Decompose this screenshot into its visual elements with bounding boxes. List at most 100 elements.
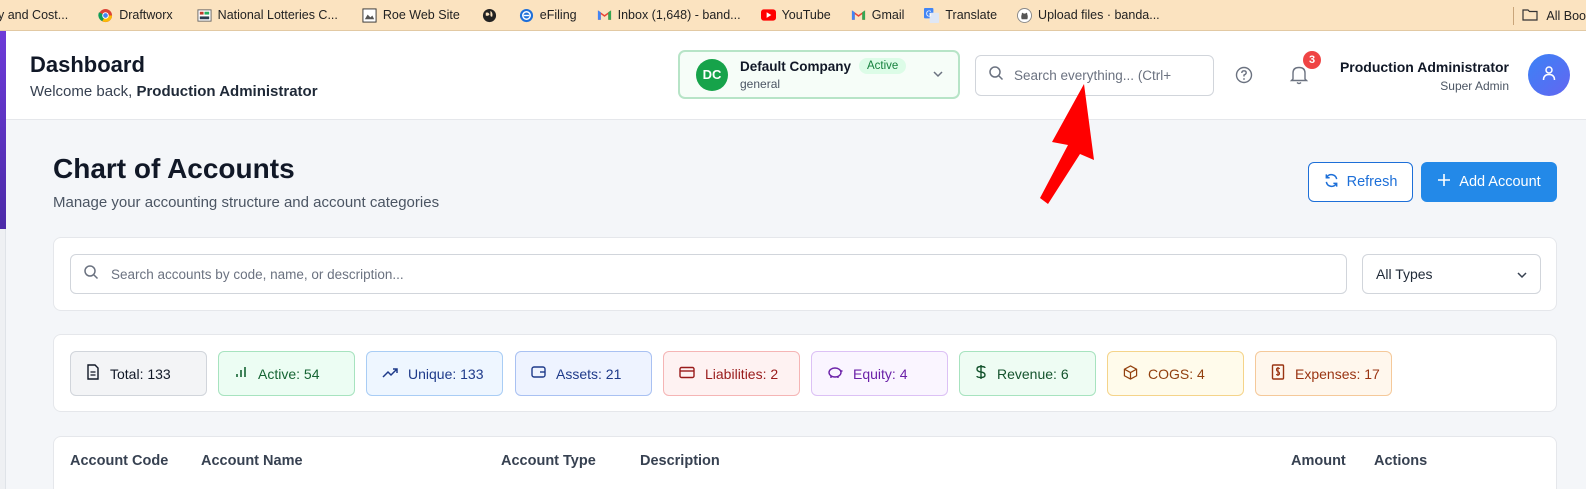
page-subtitle: Manage your accounting structure and acc…: [53, 194, 440, 211]
globe-icon: [482, 8, 497, 23]
add-account-button[interactable]: Add Account: [1421, 162, 1557, 202]
bar-chart-icon: [234, 365, 248, 382]
bell-icon[interactable]: [1289, 64, 1309, 91]
refresh-button[interactable]: Refresh: [1308, 162, 1413, 202]
bookmark-label: y and Cost...: [0, 8, 69, 22]
receipt-icon: [1271, 364, 1285, 383]
account-search-input[interactable]: [111, 266, 1311, 282]
page-title: Chart of Accounts: [53, 153, 295, 184]
company-switcher[interactable]: DC Default Company Active general: [678, 50, 960, 99]
user-name[interactable]: Production Administrator: [1340, 59, 1509, 75]
stat-label: Expenses: 17: [1295, 365, 1380, 382]
stat-active: Active: 54: [218, 351, 355, 396]
chevron-down-icon: [1516, 268, 1528, 284]
stat-total: Total: 133: [70, 351, 207, 396]
stat-expenses: Expenses: 17: [1255, 351, 1392, 396]
company-avatar: DC: [696, 58, 728, 91]
bookmark-item[interactable]: Gmail: [843, 0, 913, 30]
github-icon: [1017, 7, 1033, 23]
stat-cogs: COGS: 4: [1107, 351, 1244, 396]
bookmark-label: Roe Web Site: [382, 8, 460, 22]
bookmark-separator: [1513, 6, 1515, 25]
header-title: Dashboard: [30, 52, 145, 77]
column-header: Actions: [1374, 453, 1428, 469]
stat-label: Revenue: 6: [997, 365, 1069, 382]
bookmark-label: YouTube: [781, 8, 831, 22]
translate-icon: G: [924, 7, 940, 23]
bookmark-item[interactable]: [474, 0, 505, 30]
stat-assets: Assets: 21: [515, 351, 652, 396]
column-header[interactable]: Amount: [1291, 453, 1346, 469]
dollar-icon: [975, 364, 987, 383]
stat-label: Unique: 133: [408, 365, 484, 382]
svg-text:G: G: [926, 9, 932, 18]
bookmark-item[interactable]: National Lotteries C...: [189, 0, 346, 30]
wallet-icon: [531, 365, 546, 382]
bookmark-item[interactable]: Upload files · banda...: [1009, 0, 1168, 30]
document-icon: [86, 364, 100, 383]
stat-unique: Unique: 133: [366, 351, 503, 396]
credit-card-icon: [679, 366, 695, 382]
bookmark-label: Gmail: [871, 8, 905, 22]
account-search[interactable]: [70, 254, 1347, 294]
company-sub: general: [740, 77, 781, 91]
stat-label: Equity: 4: [853, 365, 908, 382]
package-icon: [1123, 364, 1138, 383]
trending-up-icon: [382, 366, 398, 382]
refresh-icon: [1324, 173, 1339, 192]
filter-card: All Types: [53, 237, 1557, 311]
page-icon: [362, 7, 377, 23]
all-bookmarks-label: All Boo: [1546, 8, 1586, 23]
bookmark-item[interactable]: Inbox (1,648) - band...: [589, 0, 749, 30]
bookmarks-bar: y and Cost... Draftworx National Lotteri…: [0, 0, 1586, 31]
bookmark-label: Upload files · banda...: [1038, 8, 1160, 22]
bookmark-item[interactable]: y and Cost...: [0, 0, 76, 30]
bookmark-item[interactable]: Draftworx: [90, 0, 180, 30]
bookmark-item[interactable]: YouTube: [753, 0, 839, 30]
bookmark-item[interactable]: G Translate: [916, 0, 1005, 30]
plus-icon: [1437, 173, 1451, 191]
refresh-label: Refresh: [1346, 174, 1398, 190]
stats-card: Total: 133 Active: 54 Unique: 133 Assets…: [53, 334, 1557, 412]
user-icon: [1541, 65, 1557, 86]
column-header[interactable]: Account Code: [70, 453, 168, 469]
bookmark-label: eFiling: [539, 8, 577, 22]
column-header[interactable]: Account Type: [501, 453, 596, 469]
chevron-down-icon: [932, 67, 944, 85]
type-filter-select[interactable]: All Types: [1362, 254, 1541, 294]
piggy-bank-icon: [827, 365, 843, 382]
folder-icon: [1522, 8, 1538, 24]
search-icon: [988, 65, 1004, 86]
column-header[interactable]: Account Name: [201, 453, 303, 469]
stat-revenue: Revenue: 6: [959, 351, 1096, 396]
bookmark-item[interactable]: Roe Web Site: [354, 0, 468, 30]
all-bookmarks[interactable]: All Boo: [1499, 0, 1586, 30]
welcome-user: Production Administrator: [136, 83, 318, 100]
help-icon[interactable]: [1235, 66, 1253, 89]
annotation-arrow: [1040, 84, 1094, 204]
bookmark-item[interactable]: eFiling: [511, 0, 585, 30]
welcome-text: Welcome back, Production Administrator: [30, 83, 318, 100]
search-icon: [83, 264, 99, 285]
status-badge: Active: [859, 58, 907, 74]
gmail-icon: [851, 8, 866, 23]
user-role: Super Admin: [1440, 79, 1509, 93]
stat-liabilities: Liabilities: 2: [663, 351, 800, 396]
stat-label: COGS: 4: [1148, 365, 1205, 382]
youtube-icon: [760, 8, 776, 23]
gmail-icon: [597, 8, 612, 23]
stat-label: Active: 54: [258, 365, 320, 382]
accounts-table: Account Code Account Name Account Type D…: [53, 436, 1557, 489]
avatar[interactable]: [1528, 54, 1570, 96]
sidebar-edge-lower: [0, 229, 6, 489]
top-header: Dashboard Welcome back, Production Admin…: [6, 31, 1586, 120]
column-header[interactable]: Description: [640, 453, 720, 469]
bookmark-label: National Lotteries C...: [217, 8, 338, 22]
company-info: Default Company Active general: [740, 58, 907, 91]
bookmark-label: Inbox (1,648) - band...: [617, 8, 741, 22]
bookmark-label: Draftworx: [119, 8, 173, 22]
notification-badge: 3: [1303, 51, 1321, 69]
chrome-icon: [98, 8, 113, 23]
stat-label: Liabilities: 2: [705, 365, 779, 382]
lotteries-icon: [197, 8, 212, 23]
